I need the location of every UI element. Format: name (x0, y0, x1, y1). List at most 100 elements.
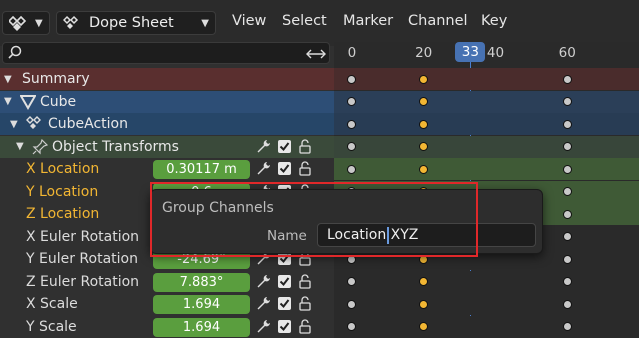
unlock-icon[interactable] (297, 273, 313, 289)
frame-tick-label: 20 (415, 45, 433, 61)
mute-checkbox[interactable] (278, 319, 291, 333)
mute-checkbox[interactable] (278, 139, 291, 153)
value-field[interactable]: 1.694 (153, 317, 250, 337)
checkmark-icon (279, 276, 290, 286)
disclosure-triangle-icon[interactable]: ▼ (16, 141, 24, 152)
disclosure-triangle-icon[interactable]: ▼ (10, 119, 18, 130)
wrench-icon[interactable] (256, 161, 271, 176)
checkmark-icon (279, 321, 290, 331)
keyframe-marker[interactable] (562, 232, 572, 241)
keyframe-marker[interactable] (347, 164, 357, 174)
channel-label: Z Euler Rotation (26, 273, 140, 290)
value-text: 1.694 (182, 297, 221, 312)
channel-row-y-scale[interactable]: Y Scale 1.694 (0, 316, 334, 338)
keyframe-marker[interactable] (562, 299, 572, 309)
keyframe-marker[interactable] (347, 119, 357, 129)
keyframe-marker[interactable] (562, 254, 572, 264)
channel-label: Y Scale (26, 318, 77, 335)
channel-row-x-scale[interactable]: X Scale 1.694 (0, 293, 334, 315)
disclosure-triangle-icon[interactable]: ▼ (4, 74, 12, 85)
flip-filter-button[interactable] (302, 45, 330, 63)
keyframe-marker[interactable] (419, 74, 429, 84)
keyframe-marker[interactable] (419, 142, 429, 151)
mode-dropdown[interactable]: Dope Sheet ▼ (56, 11, 216, 35)
unlock-icon[interactable] (297, 295, 313, 311)
keyframe-marker[interactable] (419, 277, 429, 286)
keyframe-marker[interactable] (419, 119, 429, 129)
value-text: 7.883° (179, 274, 224, 290)
dopesheet-editor-icon (9, 15, 27, 31)
keyframe-marker[interactable] (347, 322, 357, 331)
channel-row-x-location[interactable]: X Location 0.30117 m (0, 158, 334, 180)
keyframe-marker[interactable] (562, 74, 572, 84)
mute-checkbox[interactable] (278, 297, 291, 310)
unlock-icon[interactable] (297, 318, 313, 334)
menu-channel[interactable]: Channel (408, 13, 468, 29)
unlock-icon[interactable] (297, 138, 313, 154)
keyframe-marker[interactable] (562, 164, 572, 174)
keyframe-marker[interactable] (562, 97, 572, 106)
wrench-icon[interactable] (256, 274, 271, 289)
unlock-icon[interactable] (297, 160, 313, 176)
disclosure-triangle-icon[interactable]: ▼ (4, 96, 12, 107)
channel-search-field[interactable] (2, 42, 330, 64)
keyframe-marker[interactable] (419, 164, 429, 174)
timeline-row[interactable] (334, 293, 639, 315)
channel-label: Object Transforms (52, 138, 179, 155)
channel-label: CubeAction (48, 116, 128, 132)
timeline-row[interactable] (334, 158, 639, 180)
channel-row-cubeaction[interactable]: ▼ CubeAction (0, 113, 334, 135)
keyframe-marker[interactable] (347, 74, 357, 84)
channel-label: Y Euler Rotation (26, 251, 138, 267)
keyframe-marker[interactable] (562, 187, 572, 196)
keyframe-marker[interactable] (562, 209, 572, 219)
keyframe-marker[interactable] (419, 97, 429, 106)
timeline-row[interactable] (334, 315, 639, 338)
keyframe-marker[interactable] (419, 299, 429, 309)
channel-label: Cube (40, 93, 77, 110)
channel-label: Y Location (26, 183, 99, 200)
keyframe-marker[interactable] (562, 322, 572, 331)
wrench-icon[interactable] (256, 319, 271, 334)
value-field[interactable]: 7.883° (153, 272, 250, 292)
pin-icon (32, 138, 48, 154)
wrench-icon[interactable] (256, 296, 271, 311)
mute-checkbox[interactable] (278, 274, 291, 288)
value-field[interactable]: 1.694 (153, 295, 250, 314)
editor-type-dropdown[interactable]: ▼ (2, 11, 50, 35)
channel-row-cube[interactable]: ▼ Cube (0, 90, 334, 113)
timeline-row[interactable] (334, 68, 639, 90)
timeline-row[interactable] (334, 113, 639, 135)
keyframe-marker[interactable] (347, 299, 357, 309)
current-frame-indicator[interactable]: 33 (455, 42, 486, 62)
channel-label: X Euler Rotation (26, 228, 140, 245)
keyframe-marker[interactable] (562, 142, 572, 151)
keyframe-marker[interactable] (562, 119, 572, 129)
channel-label: Z Location (26, 206, 100, 222)
timeline-row[interactable] (334, 270, 639, 293)
action-icon (26, 116, 41, 129)
mute-checkbox[interactable] (278, 162, 291, 175)
chevron-down-icon: ▼ (35, 17, 43, 29)
menu-key[interactable]: Key (481, 13, 507, 29)
timeline-row[interactable] (334, 90, 639, 113)
menu-select[interactable]: Select (282, 13, 327, 29)
channel-row-object-transforms[interactable]: ▼ Object Transforms (0, 135, 334, 158)
checkmark-icon (279, 299, 290, 309)
channel-row-summary[interactable]: ▼ Summary (0, 68, 334, 90)
frame-tick-label: 0 (347, 45, 357, 61)
chevron-down-icon: ▼ (201, 17, 209, 29)
keyframe-marker[interactable] (562, 277, 572, 286)
keyframe-marker[interactable] (347, 97, 357, 106)
wrench-icon[interactable] (256, 139, 271, 154)
menu-view[interactable]: View (232, 13, 266, 29)
menu-marker[interactable]: Marker (343, 13, 393, 29)
value-field[interactable]: 0.30117 m (153, 160, 250, 179)
channel-row-z-euler-rotation[interactable]: Z Euler Rotation 7.883° (0, 271, 334, 293)
keyframe-marker[interactable] (347, 142, 357, 151)
timeline-row[interactable] (334, 135, 639, 158)
keyframe-marker[interactable] (347, 277, 357, 286)
keyframe-marker[interactable] (419, 322, 429, 331)
value-text: 0.30117 m (166, 162, 237, 177)
swap-arrows-icon (306, 49, 326, 59)
